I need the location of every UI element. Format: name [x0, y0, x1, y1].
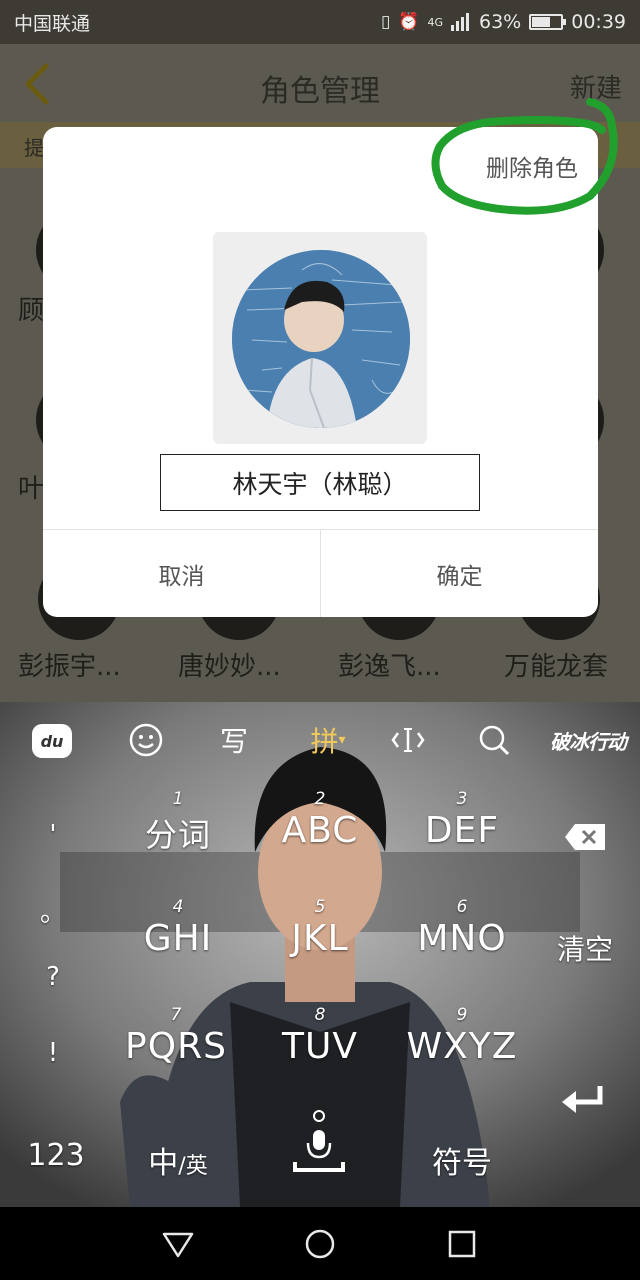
numeric-switch-button[interactable]: 123 [24, 1138, 88, 1173]
network-type: 4G [427, 15, 443, 29]
role-name[interactable]: 唐妙妙... [178, 646, 281, 683]
avatar-image [232, 250, 410, 428]
recent-apps-icon[interactable] [445, 1227, 479, 1261]
lang-sub-label: /英 [178, 1154, 208, 1179]
emoji-icon[interactable] [128, 720, 164, 760]
language-switch-button[interactable]: 中/英 [140, 1138, 216, 1182]
pinyin-mode-button[interactable]: 拼 ▾ [300, 720, 356, 760]
delete-role-button[interactable]: 删除角色 [486, 149, 578, 183]
key-3[interactable]: 3 DEF [402, 788, 522, 851]
key-4[interactable]: 4 GHI [130, 896, 226, 959]
lang-main-label: 中 [148, 1146, 179, 1181]
key-9[interactable]: 9 WXYZ [396, 1004, 528, 1067]
battery-percent: 63% [479, 11, 522, 33]
brand-logo[interactable]: 破冰行动 [542, 720, 634, 760]
carrier-name: 中国联通 [14, 12, 91, 35]
keyboard-toolbar: du 写 拼 ▾ 破冰行动 [0, 702, 640, 780]
new-button[interactable]: 新建 [570, 68, 622, 105]
battery-icon [529, 14, 567, 30]
role-name[interactable]: 彭振宇... [18, 646, 121, 683]
dropdown-caret-icon: ▾ [338, 732, 346, 748]
microphone-icon [293, 1110, 345, 1172]
pinyin-label: 拼 [310, 725, 339, 758]
confirm-button[interactable]: 确定 [320, 530, 598, 617]
role-name[interactable]: 万能龙套 [504, 646, 608, 683]
key-6[interactable]: 6 MNO [402, 896, 522, 959]
status-bar: 中国联通 ▯ ⏰ 4G 63% 00:39 [0, 0, 640, 44]
app-bar: 角色管理 新建 [0, 44, 640, 122]
alarm-icon: ⏰ [398, 12, 420, 32]
role-name[interactable]: 彭逸飞... [338, 646, 441, 683]
navigation-bar [0, 1207, 640, 1280]
punct-key[interactable]: ! [38, 1038, 68, 1068]
signal-icon [451, 13, 469, 31]
punct-key[interactable]: ' [38, 820, 68, 850]
backspace-icon[interactable] [560, 822, 610, 859]
handwrite-button[interactable]: 写 [216, 720, 252, 760]
key-1[interactable]: 1 分词 [130, 788, 226, 856]
voice-input-button[interactable] [286, 1110, 352, 1186]
key-8[interactable]: 8 TUV [262, 1004, 378, 1067]
tip-text: 提 [24, 136, 44, 160]
key-7[interactable]: 7 PQRS [110, 1004, 242, 1067]
key-5[interactable]: 5 JKL [262, 896, 378, 959]
cursor-move-icon[interactable] [388, 720, 428, 760]
role-avatar[interactable] [232, 250, 410, 428]
edit-role-dialog: 删除角色 取消 确定 [43, 127, 598, 617]
search-icon[interactable] [476, 720, 512, 760]
enter-icon[interactable] [556, 1082, 612, 1125]
du-logo-icon[interactable]: du [32, 724, 72, 758]
ime-keyboard: du 写 拼 ▾ 破冰行动 ' 。 ? ! 1 分词 2 ABC 3 DEF 4 GHI … [0, 702, 640, 1207]
role-name[interactable]: 叶 [18, 468, 44, 505]
avatar-picker[interactable] [213, 232, 427, 444]
punct-key[interactable]: ? [38, 962, 68, 992]
dialog-footer: 取消 确定 [43, 529, 598, 617]
cancel-button[interactable]: 取消 [43, 530, 320, 617]
role-name[interactable]: 顾 [18, 290, 44, 327]
key-2[interactable]: 2 ABC [262, 788, 378, 851]
home-circle-icon[interactable] [303, 1227, 337, 1261]
back-triangle-icon[interactable] [161, 1227, 195, 1261]
symbol-button[interactable]: 符号 [426, 1138, 498, 1182]
clear-button[interactable]: 清空 [548, 928, 622, 968]
punct-key[interactable]: 。 [38, 892, 68, 929]
clock: 00:39 [571, 11, 626, 33]
vibrate-icon: ▯ [380, 12, 391, 32]
role-name-field[interactable] [160, 454, 480, 511]
page-title: 角色管理 [260, 74, 380, 109]
